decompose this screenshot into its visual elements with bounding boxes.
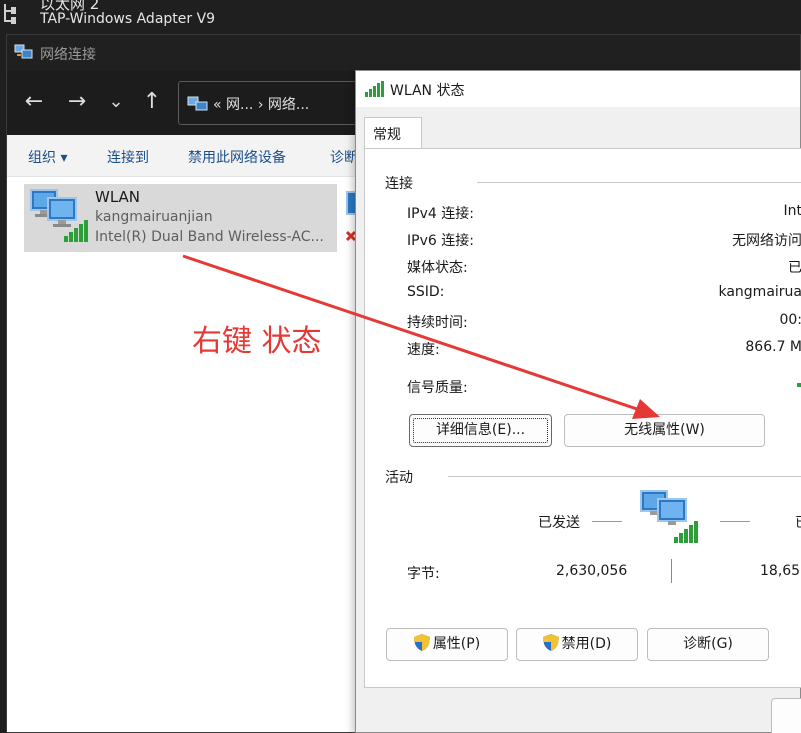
address-path: « 网... › 网络...: [213, 97, 310, 113]
general-tab-panel: 连接 IPv4 连接: Int IPv6 连接: 无网络访问 媒体状态: 已 S…: [364, 148, 801, 688]
signal-bars-icon: [365, 81, 384, 97]
screen: 以太网 2 TAP-Windows Adapter V9 网络连接 ← → ⌄ …: [0, 0, 801, 733]
dialog-title: WLAN 状态: [390, 83, 465, 99]
speed-label: 速度:: [407, 342, 440, 358]
sent-label: 已发送: [538, 515, 580, 531]
properties-button-label: 属性(P): [432, 636, 481, 652]
background-window-header: 以太网 2 TAP-Windows Adapter V9: [0, 0, 801, 34]
media-state-label: 媒体状态:: [407, 260, 468, 276]
activity-group-divider: [448, 476, 801, 477]
disable-device-button[interactable]: 禁用此网络设备: [188, 147, 286, 167]
details-button[interactable]: 详细信息(E)...: [409, 414, 552, 447]
bytes-label: 字节:: [407, 566, 440, 582]
ipv4-value: Int: [783, 203, 801, 219]
media-state-value: 已: [788, 260, 801, 276]
duration-label: 持续时间:: [407, 315, 468, 331]
adapter-device: Intel(R) Dual Band Wireless-AC...: [95, 229, 324, 245]
bytes-divider: [671, 559, 672, 583]
back-button[interactable]: ←: [19, 87, 49, 117]
signal-quality-icon: [797, 383, 801, 387]
received-label: 已: [795, 512, 801, 532]
duration-value: 00:: [779, 312, 801, 328]
properties-button[interactable]: 属性(P): [386, 628, 508, 661]
wireless-network-adapter-icon: [30, 189, 88, 242]
focus-ring: [413, 418, 548, 443]
ipv6-value: 无网络访问: [732, 233, 801, 249]
close-dialog-button[interactable]: [771, 698, 801, 733]
background-adapter-device: TAP-Windows Adapter V9: [40, 11, 216, 27]
sent-line: [592, 521, 622, 522]
ssid-value: kangmairua: [718, 284, 801, 300]
tab-general[interactable]: 常规: [364, 117, 422, 149]
wireless-properties-button[interactable]: 无线属性(W): [564, 414, 765, 447]
address-bar[interactable]: « 网... › 网络...: [178, 81, 368, 125]
annotation-text: 右键 状态: [192, 324, 322, 359]
ssid-label: SSID:: [407, 284, 445, 300]
explorer-title: 网络连接: [40, 47, 96, 63]
diagnose-dialog-label: 诊断(G): [683, 636, 733, 652]
forward-button[interactable]: →: [62, 87, 92, 117]
bytes-received-value: 18,65: [760, 563, 801, 579]
connection-group-label: 连接: [385, 176, 413, 192]
bytes-sent-value: 2,630,056: [556, 563, 628, 579]
activity-group-label: 活动: [385, 470, 413, 486]
network-connections-icon: [14, 44, 33, 59]
uac-shield-icon: [413, 634, 430, 651]
tab-general-label: 常规: [373, 127, 401, 143]
ipv6-label: IPv6 连接:: [407, 233, 474, 249]
explorer-titlebar: 网络连接: [7, 35, 800, 71]
connect-to-button[interactable]: 连接到: [107, 147, 149, 167]
wireless-properties-label: 无线属性(W): [624, 422, 705, 438]
dialog-titlebar: WLAN 状态: [356, 71, 800, 107]
adapter-name: WLAN: [95, 188, 141, 206]
disable-button[interactable]: 禁用(D): [516, 628, 638, 661]
wlan-adapter-item[interactable]: WLAN kangmairuanjian Intel(R) Dual Band …: [24, 184, 337, 252]
wlan-status-dialog: WLAN 状态 常规 连接 IPv4 连接: Int IPv6 连接: 无网络访…: [355, 70, 801, 733]
network-folder-icon: [187, 96, 208, 111]
recent-locations-dropdown[interactable]: ⌄: [101, 87, 131, 117]
network-tree-icon: [4, 4, 16, 24]
ipv4-label: IPv4 连接:: [407, 206, 474, 222]
speed-value: 866.7 M: [745, 339, 801, 355]
diagnose-button[interactable]: 诊断: [330, 147, 358, 167]
organize-menu[interactable]: 组织 ▾: [28, 147, 67, 167]
network-activity-icon: [640, 490, 698, 543]
signal-quality-label: 信号质量:: [407, 380, 468, 396]
disable-button-label: 禁用(D): [561, 636, 612, 652]
connection-group-divider: [477, 182, 801, 183]
diagnose-dialog-button[interactable]: 诊断(G): [647, 628, 769, 661]
adapter-ssid: kangmairuanjian: [95, 209, 213, 225]
up-button[interactable]: ↑: [137, 87, 167, 117]
received-line: [720, 521, 750, 522]
uac-shield-icon: [542, 634, 559, 651]
